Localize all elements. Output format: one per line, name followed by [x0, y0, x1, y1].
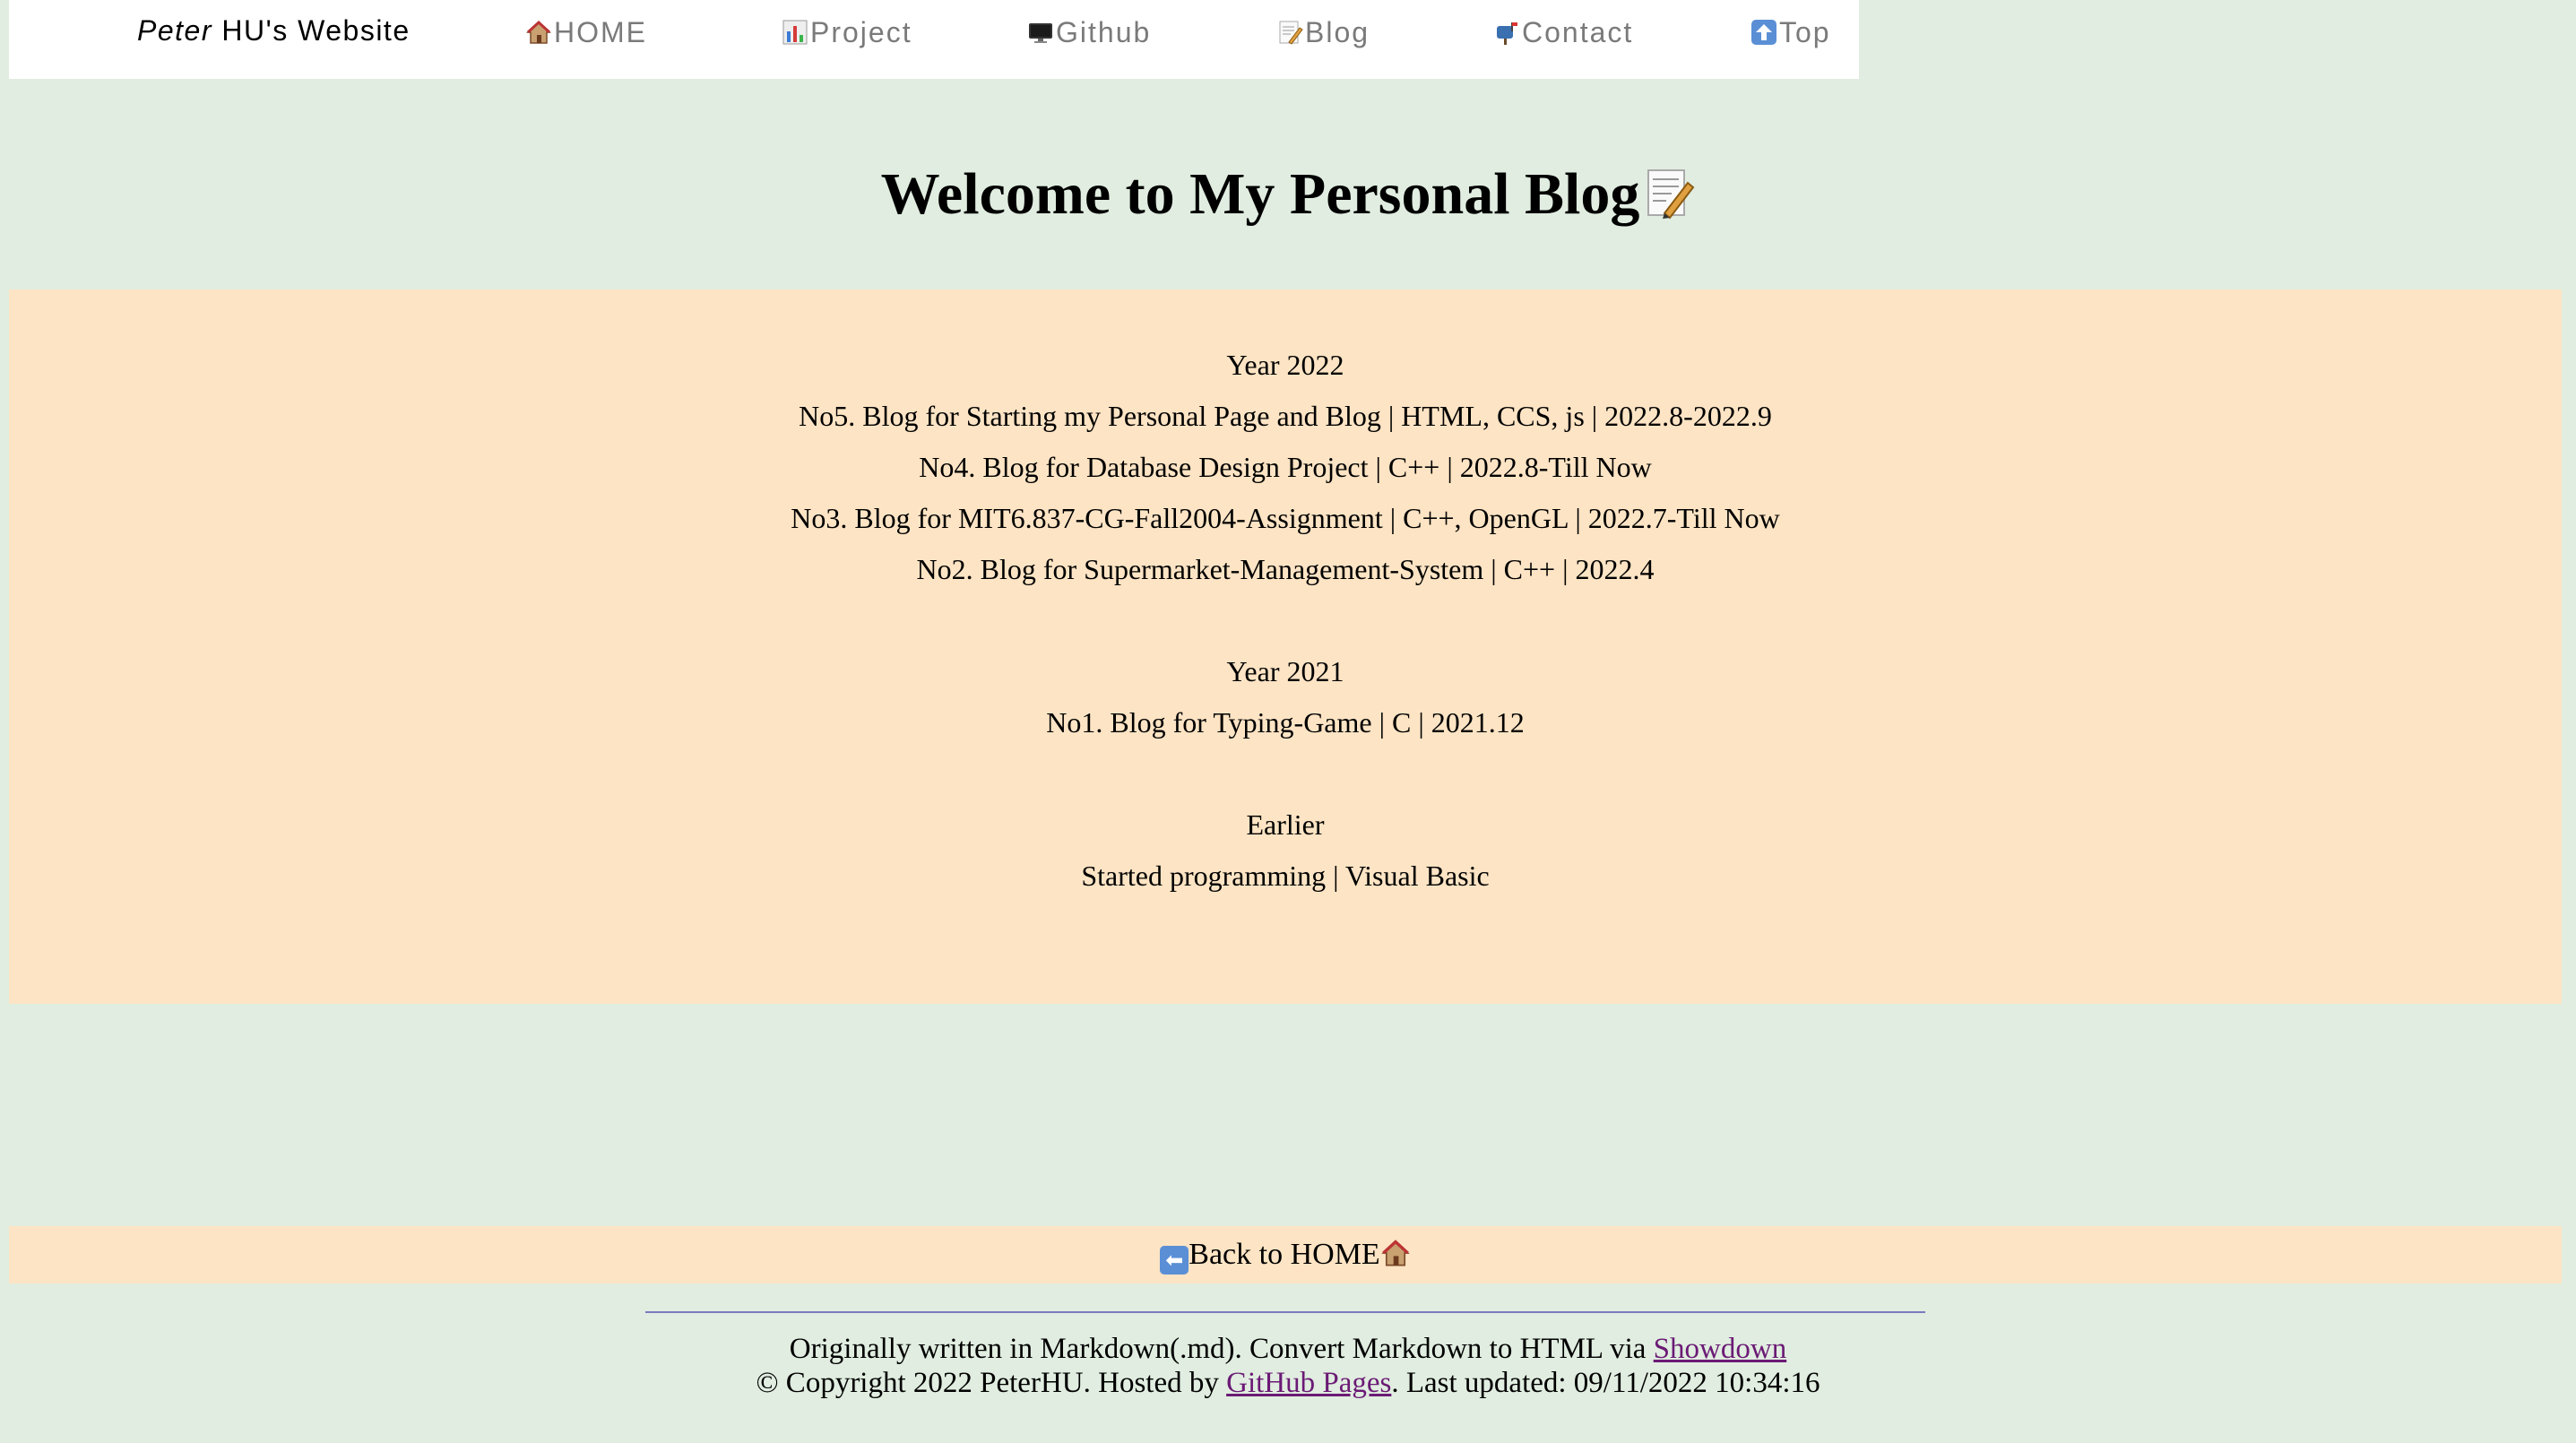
blog-entry: Started programming | Visual Basic — [1081, 860, 1490, 892]
footer-line-copyright: © Copyright 2022 PeterHU. Hosted by GitH… — [0, 1366, 2576, 1400]
footer-divider — [645, 1311, 1925, 1313]
blog-list-panel: Year 2022 No5. Blog for Starting my Pers… — [9, 289, 2562, 1004]
nav-github-label: Github — [1056, 16, 1152, 48]
nav-contact-link[interactable]: Contact — [1493, 14, 1633, 50]
nav-top-link[interactable]: Top — [1750, 14, 1831, 50]
nav-blog-link[interactable]: Blog — [1276, 14, 1370, 50]
back-to-home-button[interactable]: ⬅ Back to HOME — [9, 1226, 2562, 1283]
mailbox-icon — [1493, 19, 1520, 46]
section-heading: Year 2021 — [1226, 655, 1344, 687]
blog-entry-link[interactable]: No2. Blog for Supermarket-Management-Sys… — [9, 550, 2562, 588]
section-heading: Year 2022 — [1226, 349, 1344, 381]
nav-home-label: HOME — [554, 16, 647, 48]
house-icon — [1380, 1231, 1411, 1266]
footer-text: Originally written in Markdown(.md). Con… — [789, 1333, 1654, 1365]
section-heading: Earlier — [1246, 808, 1325, 841]
page-title: Welcome to My Personal Blog — [0, 154, 2576, 235]
nav-blog-label: Blog — [1305, 16, 1370, 48]
left-arrow-icon: ⬅ — [1160, 1246, 1189, 1275]
blog-entry-link[interactable]: No3. Blog for MIT6.837-CG-Fall2004-Assig… — [9, 499, 2562, 537]
nav-top-label: Top — [1779, 16, 1831, 48]
nav-contact-label: Contact — [1522, 16, 1634, 48]
github-pages-link[interactable]: GitHub Pages — [1226, 1367, 1391, 1399]
brand-rest: HU's Website — [212, 14, 411, 47]
memo-icon — [1645, 161, 1695, 220]
footer-copyright-text: © Copyright 2022 PeterHU. Hosted by — [756, 1367, 1227, 1399]
up-arrow-icon — [1750, 19, 1777, 46]
back-to-home-label: Back to HOME — [1189, 1238, 1380, 1271]
computer-icon — [1027, 19, 1054, 46]
nav-github-link[interactable]: Github — [1027, 14, 1151, 50]
page-title-text: Welcome to My Personal Blog — [880, 161, 1640, 227]
footer-line-markdown: Originally written in Markdown(.md). Con… — [0, 1332, 2576, 1366]
top-navbar: Peter HU's Website HOME Project Github B… — [9, 0, 1859, 79]
blog-entry-link[interactable]: No4. Blog for Database Design Project | … — [9, 448, 2562, 486]
house-icon — [525, 19, 552, 46]
footer-last-updated: . Last updated: 09/11/2022 10:34:16 — [1391, 1367, 1820, 1399]
brand-first-name: Peter — [137, 14, 212, 47]
nav-home-link[interactable]: HOME — [525, 14, 647, 50]
site-brand: Peter HU's Website — [137, 13, 411, 48]
memo-icon — [1276, 19, 1303, 46]
blog-entry-link[interactable]: No5. Blog for Starting my Personal Page … — [9, 397, 2562, 435]
nav-project-label: Project — [810, 16, 912, 48]
nav-project-link[interactable]: Project — [782, 14, 912, 50]
bar-chart-icon — [782, 19, 808, 46]
showdown-link[interactable]: Showdown — [1654, 1333, 1787, 1365]
blog-entry-link[interactable]: No1. Blog for Typing-Game | C | 2021.12 — [9, 704, 2562, 741]
